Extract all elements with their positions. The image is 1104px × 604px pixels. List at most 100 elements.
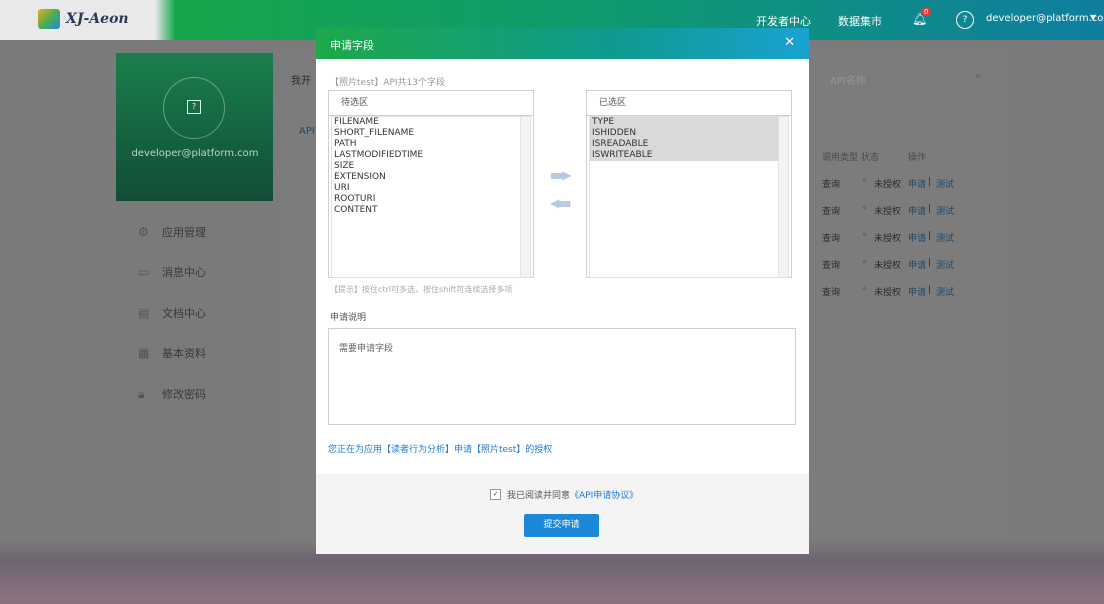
dialog-header: 申请字段 ✕ [316, 28, 809, 59]
dialog-title: 申请字段 [330, 39, 374, 52]
separator: | [928, 258, 932, 268]
status-dot-icon: ◦ [862, 285, 868, 295]
test-link[interactable]: 测试 [936, 258, 954, 271]
user-email[interactable]: developer@platform.com [986, 13, 1104, 24]
nav-link-data-market[interactable]: 数据集市 [838, 13, 882, 29]
list-item[interactable]: CONTENT [332, 205, 530, 216]
selection-hint: 【提示】按住ctrl可多选，按住shift可连续选择多项 [330, 285, 513, 294]
list-item[interactable]: PATH [332, 139, 530, 150]
list-item[interactable]: FILENAME [332, 117, 530, 128]
sidebar-item-label: 修改密码 [162, 388, 206, 401]
submit-button[interactable]: 提交申请 [524, 514, 599, 537]
row-type: 查询 [822, 234, 841, 244]
background-api-tab: API [299, 126, 315, 137]
lock-icon: 🔒︎ [138, 386, 145, 401]
separator: | [928, 177, 932, 187]
description-label: 申请说明 [330, 313, 367, 323]
separator: | [928, 285, 932, 295]
row-type: 查询 [822, 180, 841, 190]
background-breadcrumb: 我开 [291, 76, 311, 87]
list-item[interactable]: TYPE [590, 117, 788, 128]
sidebar-item-label: 应用管理 [162, 226, 206, 239]
apply-link[interactable]: 申请 [908, 204, 926, 217]
list-item[interactable]: LASTMODIFIEDTIME [332, 150, 530, 161]
test-link[interactable]: 测试 [936, 204, 954, 217]
row-status: 未授权 [874, 261, 902, 271]
list-item[interactable]: ISREADABLE [590, 139, 788, 150]
search-icon[interactable]: ⌕ [975, 69, 981, 83]
candidate-field-list: 待选区 FILENAME SHORT_FILENAME PATH LASTMOD… [328, 90, 534, 278]
gear-icon: ⚙ [138, 225, 149, 239]
test-link[interactable]: 测试 [936, 231, 954, 244]
column-header-actions: 操作 [908, 153, 927, 163]
close-icon[interactable]: ✕ [784, 35, 795, 50]
column-header-call-type: 调用类型 [822, 153, 859, 163]
user-avatar-icon[interactable]: ? [956, 11, 974, 29]
api-search-input[interactable]: API名称 [830, 72, 866, 87]
dialog-footer: ✓ 我已阅读并同意 《API申请协议》 提交申请 [316, 474, 809, 554]
apply-link[interactable]: 申请 [908, 177, 926, 190]
sidebar-item-change-password[interactable]: 🔒︎ 修改密码 [138, 386, 206, 402]
description-value: 需要申请字段 [339, 344, 394, 354]
candidate-list-title: 待选区 [329, 91, 533, 116]
move-right-arrow-icon[interactable]: ▪▪▶ [550, 168, 571, 182]
row-status: 未授权 [874, 288, 902, 298]
sidebar-item-label: 基本资料 [162, 347, 206, 360]
logo-text: XJ-Aeon [66, 11, 129, 27]
description-textarea[interactable]: 需要申请字段 [328, 328, 796, 425]
agreement-link[interactable]: 《API申请协议》 [570, 488, 638, 501]
list-item[interactable]: ISHIDDEN [590, 128, 788, 139]
brand-logo[interactable]: XJ-Aeon [38, 9, 129, 29]
list-item[interactable]: SHORT_FILENAME [332, 128, 530, 139]
status-dot-icon: ◦ [862, 258, 868, 268]
move-left-arrow-icon[interactable]: ◀▪▪ [550, 196, 571, 210]
selected-list-title: 已选区 [587, 91, 791, 116]
field-count-text: 【照片test】API共13个字段 [330, 78, 445, 88]
row-status: 未授权 [874, 234, 902, 244]
message-icon: ▭ [138, 265, 150, 279]
agreement-text: 我已阅读并同意 [507, 491, 571, 501]
list-item[interactable]: ROOTURI [332, 194, 530, 205]
row-status: 未授权 [874, 180, 902, 190]
sidebar-item-profile[interactable]: ▦ 基本资料 [138, 345, 206, 361]
nav-link-developer-center[interactable]: 开发者中心 [756, 13, 811, 29]
separator: | [928, 231, 932, 241]
status-dot-icon: ◦ [862, 204, 868, 214]
selected-field-list: 已选区 TYPE ISHIDDEN ISREADABLE ISWRITEABLE [586, 90, 792, 278]
test-link[interactable]: 测试 [936, 285, 954, 298]
separator: | [928, 204, 932, 214]
avatar-icon: ? [187, 100, 201, 114]
status-dot-icon: ◦ [862, 177, 868, 187]
scrollbar[interactable] [520, 117, 530, 277]
sidebar-item-label: 消息中心 [162, 266, 206, 279]
list-item[interactable]: SIZE [332, 161, 530, 172]
notification-badge: 0 [921, 8, 932, 16]
apply-context-note: 您正在为应用【读者行为分析】申请【照片test】的授权 [328, 445, 553, 455]
agreement-row: ✓ 我已阅读并同意 《API申请协议》 [490, 488, 638, 501]
document-icon: ▤ [138, 306, 150, 320]
chevron-down-icon[interactable]: ▼ [1090, 13, 1096, 22]
row-status: 未授权 [874, 207, 902, 217]
candidate-field-select[interactable]: FILENAME SHORT_FILENAME PATH LASTMODIFIE… [331, 116, 531, 278]
apply-link[interactable]: 申请 [908, 258, 926, 271]
row-type: 查询 [822, 288, 841, 298]
agreement-checkbox[interactable]: ✓ [490, 489, 501, 500]
apply-fields-dialog: 申请字段 ✕ 【照片test】API共13个字段 待选区 FILENAME SH… [316, 28, 809, 554]
apply-link[interactable]: 申请 [908, 285, 926, 298]
list-item[interactable]: ISWRITEABLE [590, 150, 788, 161]
sidebar-item-app-management[interactable]: ⚙ 应用管理 [138, 224, 206, 240]
list-item[interactable]: URI [332, 183, 530, 194]
column-header-status: 状态 [861, 153, 880, 163]
test-link[interactable]: 测试 [936, 177, 954, 190]
logo-cube-icon [38, 9, 60, 29]
list-item[interactable]: EXTENSION [332, 172, 530, 183]
sidebar-item-document-center[interactable]: ▤ 文档中心 [138, 305, 206, 321]
profile-icon: ▦ [138, 346, 150, 360]
scrollbar[interactable] [778, 117, 788, 277]
selected-field-select[interactable]: TYPE ISHIDDEN ISREADABLE ISWRITEABLE [589, 116, 789, 278]
sidebar-item-message-center[interactable]: ▭ 消息中心 [138, 264, 206, 280]
row-type: 查询 [822, 261, 841, 271]
apply-link[interactable]: 申请 [908, 231, 926, 244]
sidebar-item-label: 文档中心 [162, 307, 206, 320]
status-dot-icon: ◦ [862, 231, 868, 241]
